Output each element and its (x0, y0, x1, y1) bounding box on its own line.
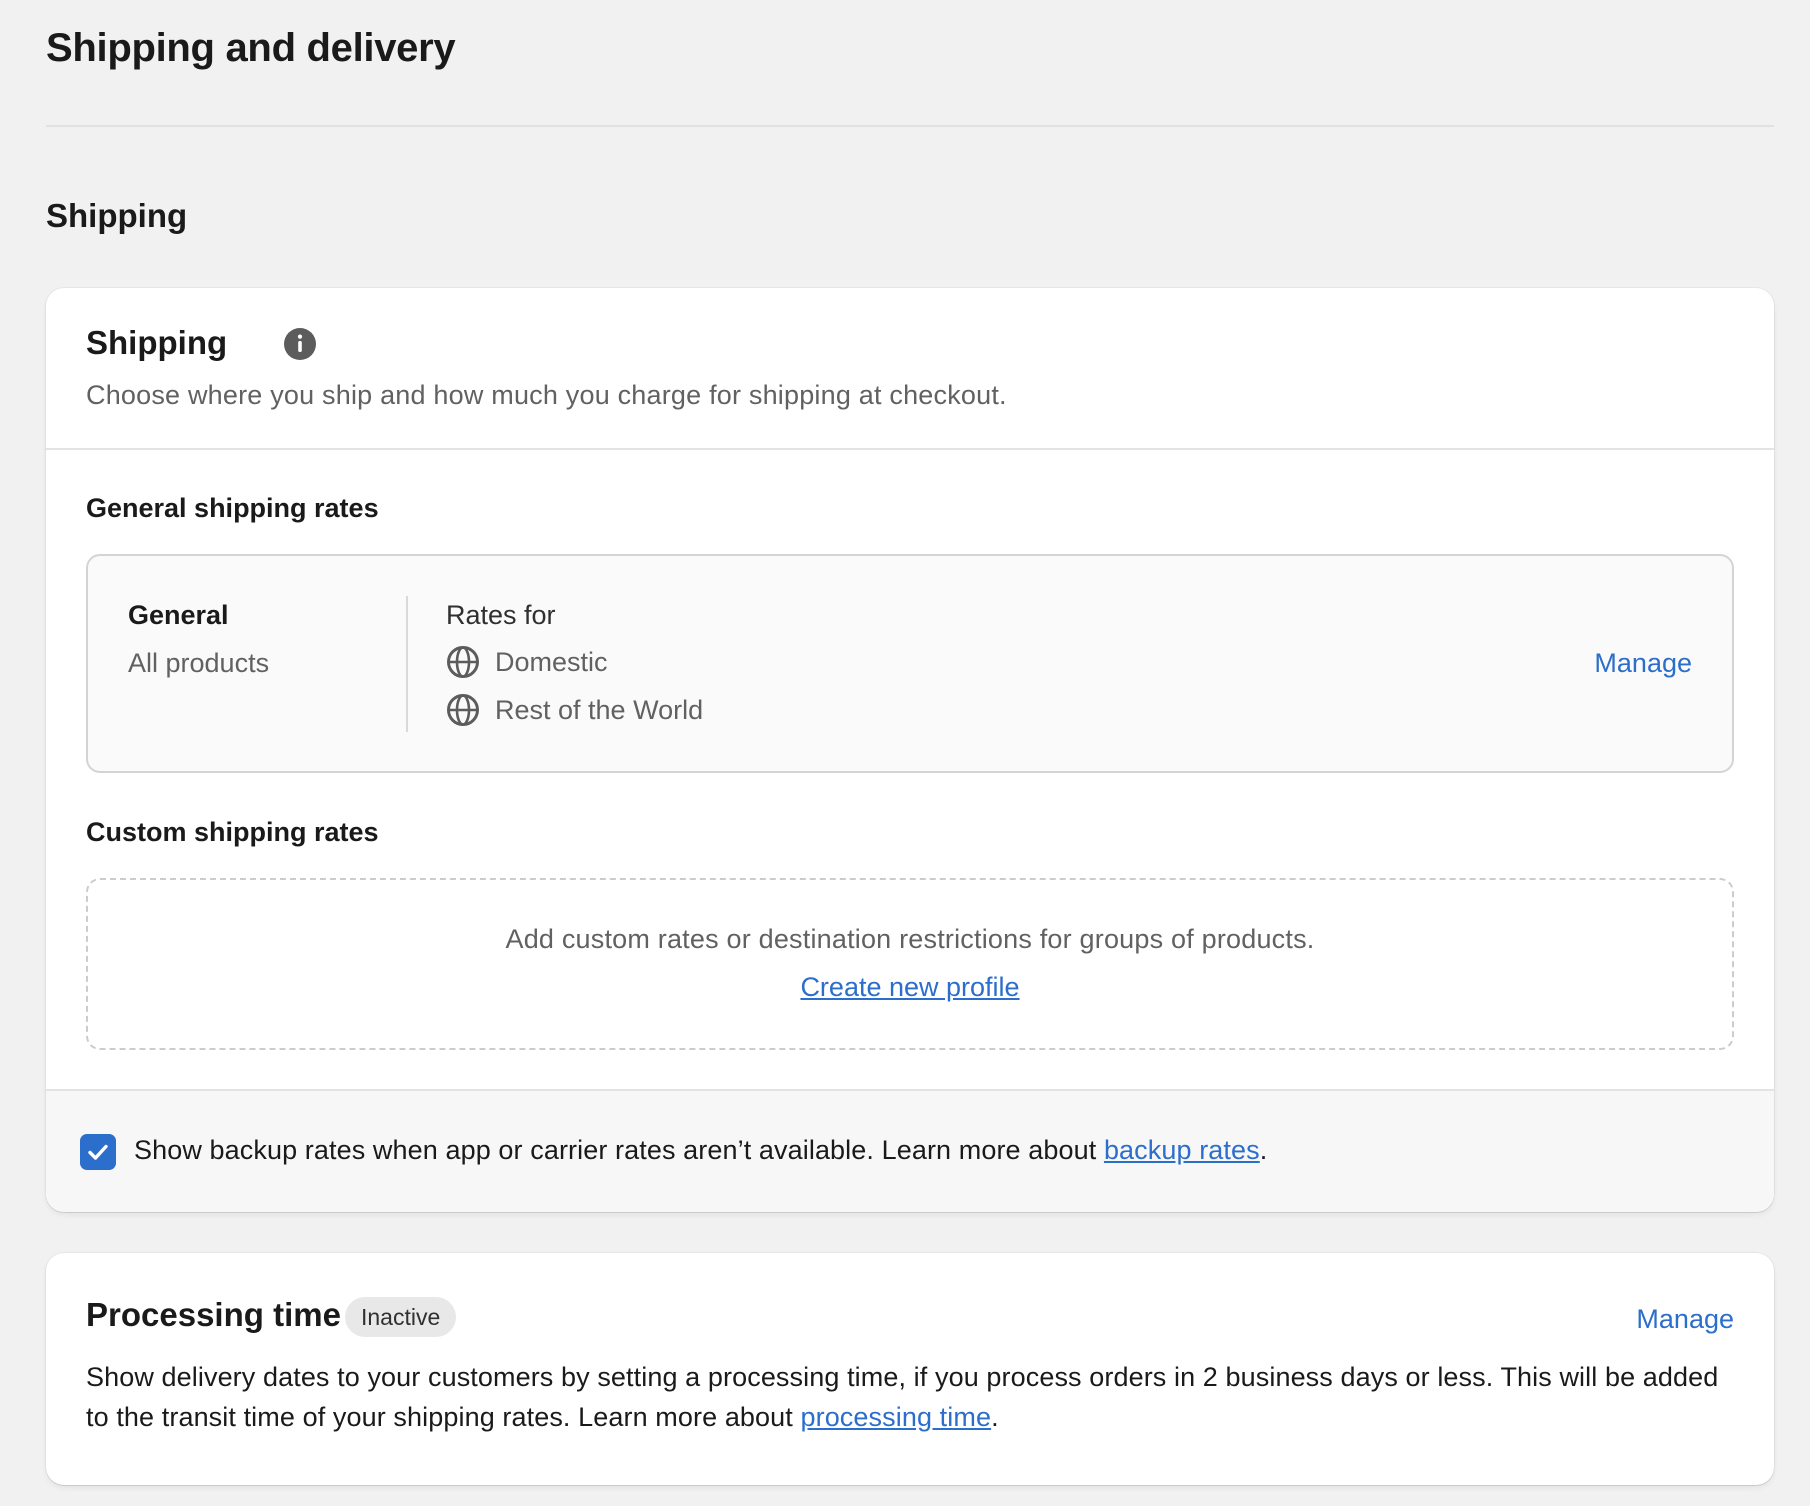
processing-time-description: Show delivery dates to your customers by… (86, 1357, 1746, 1437)
general-profile-box: General All products Rates for Domestic … (86, 554, 1734, 773)
backup-rates-section: Show backup rates when app or carrier ra… (46, 1091, 1774, 1212)
profile-name: General (128, 600, 229, 630)
page: Shipping and delivery Shipping Shipping … (0, 0, 1810, 1506)
processing-time-suffix: . (991, 1402, 999, 1432)
globe-icon (447, 694, 479, 726)
backup-rates-link[interactable]: backup rates (1104, 1135, 1260, 1165)
profile-scope: All products (128, 648, 270, 678)
zone-item: Domestic (446, 645, 608, 679)
general-rates-heading: General shipping rates (86, 493, 379, 523)
shipping-card: Shipping Choose where you ship and how m… (46, 288, 1774, 1212)
profile-divider (406, 596, 408, 732)
manage-general-rates-link[interactable]: Manage (1594, 648, 1692, 679)
status-badge: Inactive (345, 1297, 457, 1337)
page-title: Shipping and delivery (46, 26, 456, 70)
processing-time-title: Processing time (86, 1296, 341, 1333)
shipping-card-title: Shipping (86, 324, 228, 361)
section-heading: Shipping (46, 197, 188, 234)
title-divider (46, 125, 1774, 127)
globe-icon (447, 646, 479, 678)
zone-label: Rest of the World (495, 694, 704, 725)
backup-rates-label: Show backup rates when app or carrier ra… (134, 1135, 1104, 1165)
create-new-profile-link[interactable]: Create new profile (800, 972, 1019, 1002)
rates-for-label: Rates for (446, 600, 556, 630)
card-divider (46, 448, 1774, 450)
backup-rates-checkbox[interactable] (80, 1134, 116, 1170)
backup-rates-suffix: . (1259, 1135, 1268, 1165)
info-icon[interactable] (283, 327, 317, 361)
custom-rates-heading: Custom shipping rates (86, 817, 379, 847)
checkmark-icon (88, 1144, 108, 1160)
processing-time-link[interactable]: processing time (800, 1402, 991, 1432)
custom-rates-empty-state: Add custom rates or destination restrict… (86, 878, 1734, 1050)
zone-item: Rest of the World (446, 693, 703, 727)
zone-label: Domestic (495, 646, 608, 677)
custom-rates-description: Add custom rates or destination restrict… (505, 924, 1315, 954)
shipping-card-header: Shipping Choose where you ship and how m… (46, 288, 1774, 448)
create-profile-container: Create new profile (88, 972, 1732, 1003)
backup-rates-text: Show backup rates when app or carrier ra… (134, 1135, 1267, 1166)
manage-processing-time-link[interactable]: Manage (1636, 1304, 1734, 1335)
shipping-card-subtitle: Choose where you ship and how much you c… (86, 380, 1007, 410)
processing-time-card: Processing time Inactive Manage Show del… (46, 1253, 1774, 1485)
